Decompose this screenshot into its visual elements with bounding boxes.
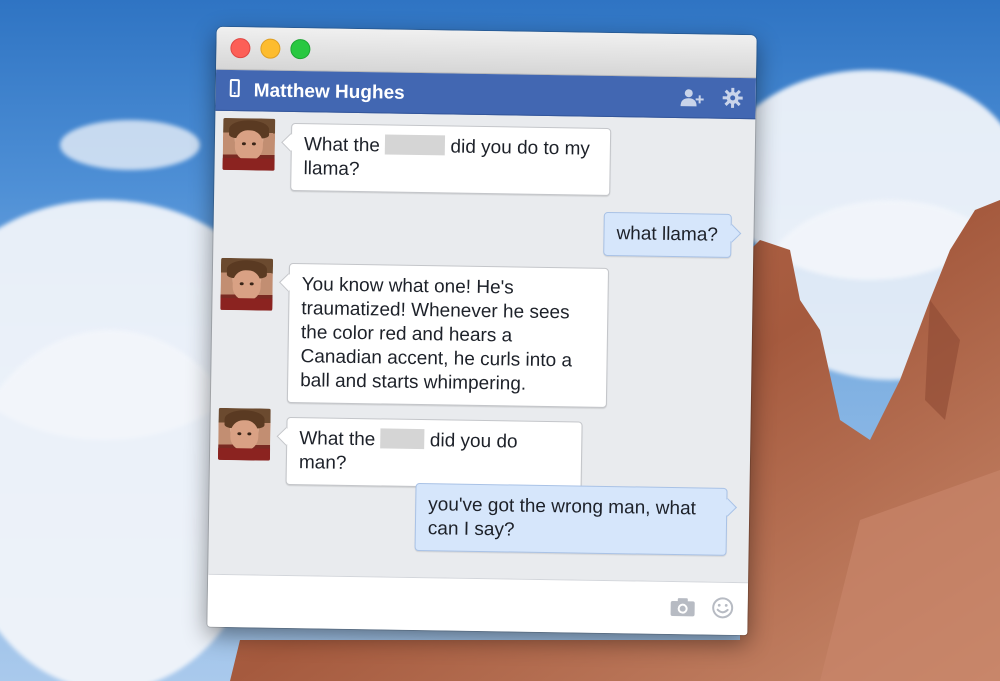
message-row: you've got the wrong man, what can I say… [209,480,750,558]
camera-icon[interactable] [670,597,696,617]
message-row: You know what one! He's traumatized! Whe… [211,257,753,416]
contact-avatar[interactable] [217,407,271,461]
outgoing-message[interactable]: what llama? [603,211,732,258]
contact-avatar[interactable] [222,117,276,171]
close-window-button[interactable] [230,38,251,59]
contact-avatar[interactable] [220,257,274,311]
incoming-message[interactable]: You know what one! He's traumatized! Whe… [286,262,610,408]
chat-window: Matthew Hughes What the did you do to my… [207,26,757,636]
incoming-message[interactable]: What the did you do man? [285,416,583,490]
message-row: what llama? [213,206,754,258]
message-row: What the did you do to my llama? [214,117,755,196]
minimize-window-button[interactable] [260,38,281,59]
outgoing-message[interactable]: you've got the wrong man, what can I say… [414,482,728,556]
message-thread[interactable]: What the did you do to my llama? what ll… [208,110,755,583]
incoming-message[interactable]: What the did you do to my llama? [290,122,612,196]
censored-word [385,134,446,156]
gear-icon[interactable] [722,87,744,109]
censored-word [380,428,425,450]
message-composer[interactable] [207,573,749,636]
smiley-icon[interactable] [712,597,734,619]
contact-name[interactable]: Matthew Hughes [254,80,405,104]
message-row: What the did you do man? [210,407,751,490]
zoom-window-button[interactable] [290,38,311,60]
add-friends-icon[interactable] [680,86,706,108]
phone-icon [229,79,240,98]
